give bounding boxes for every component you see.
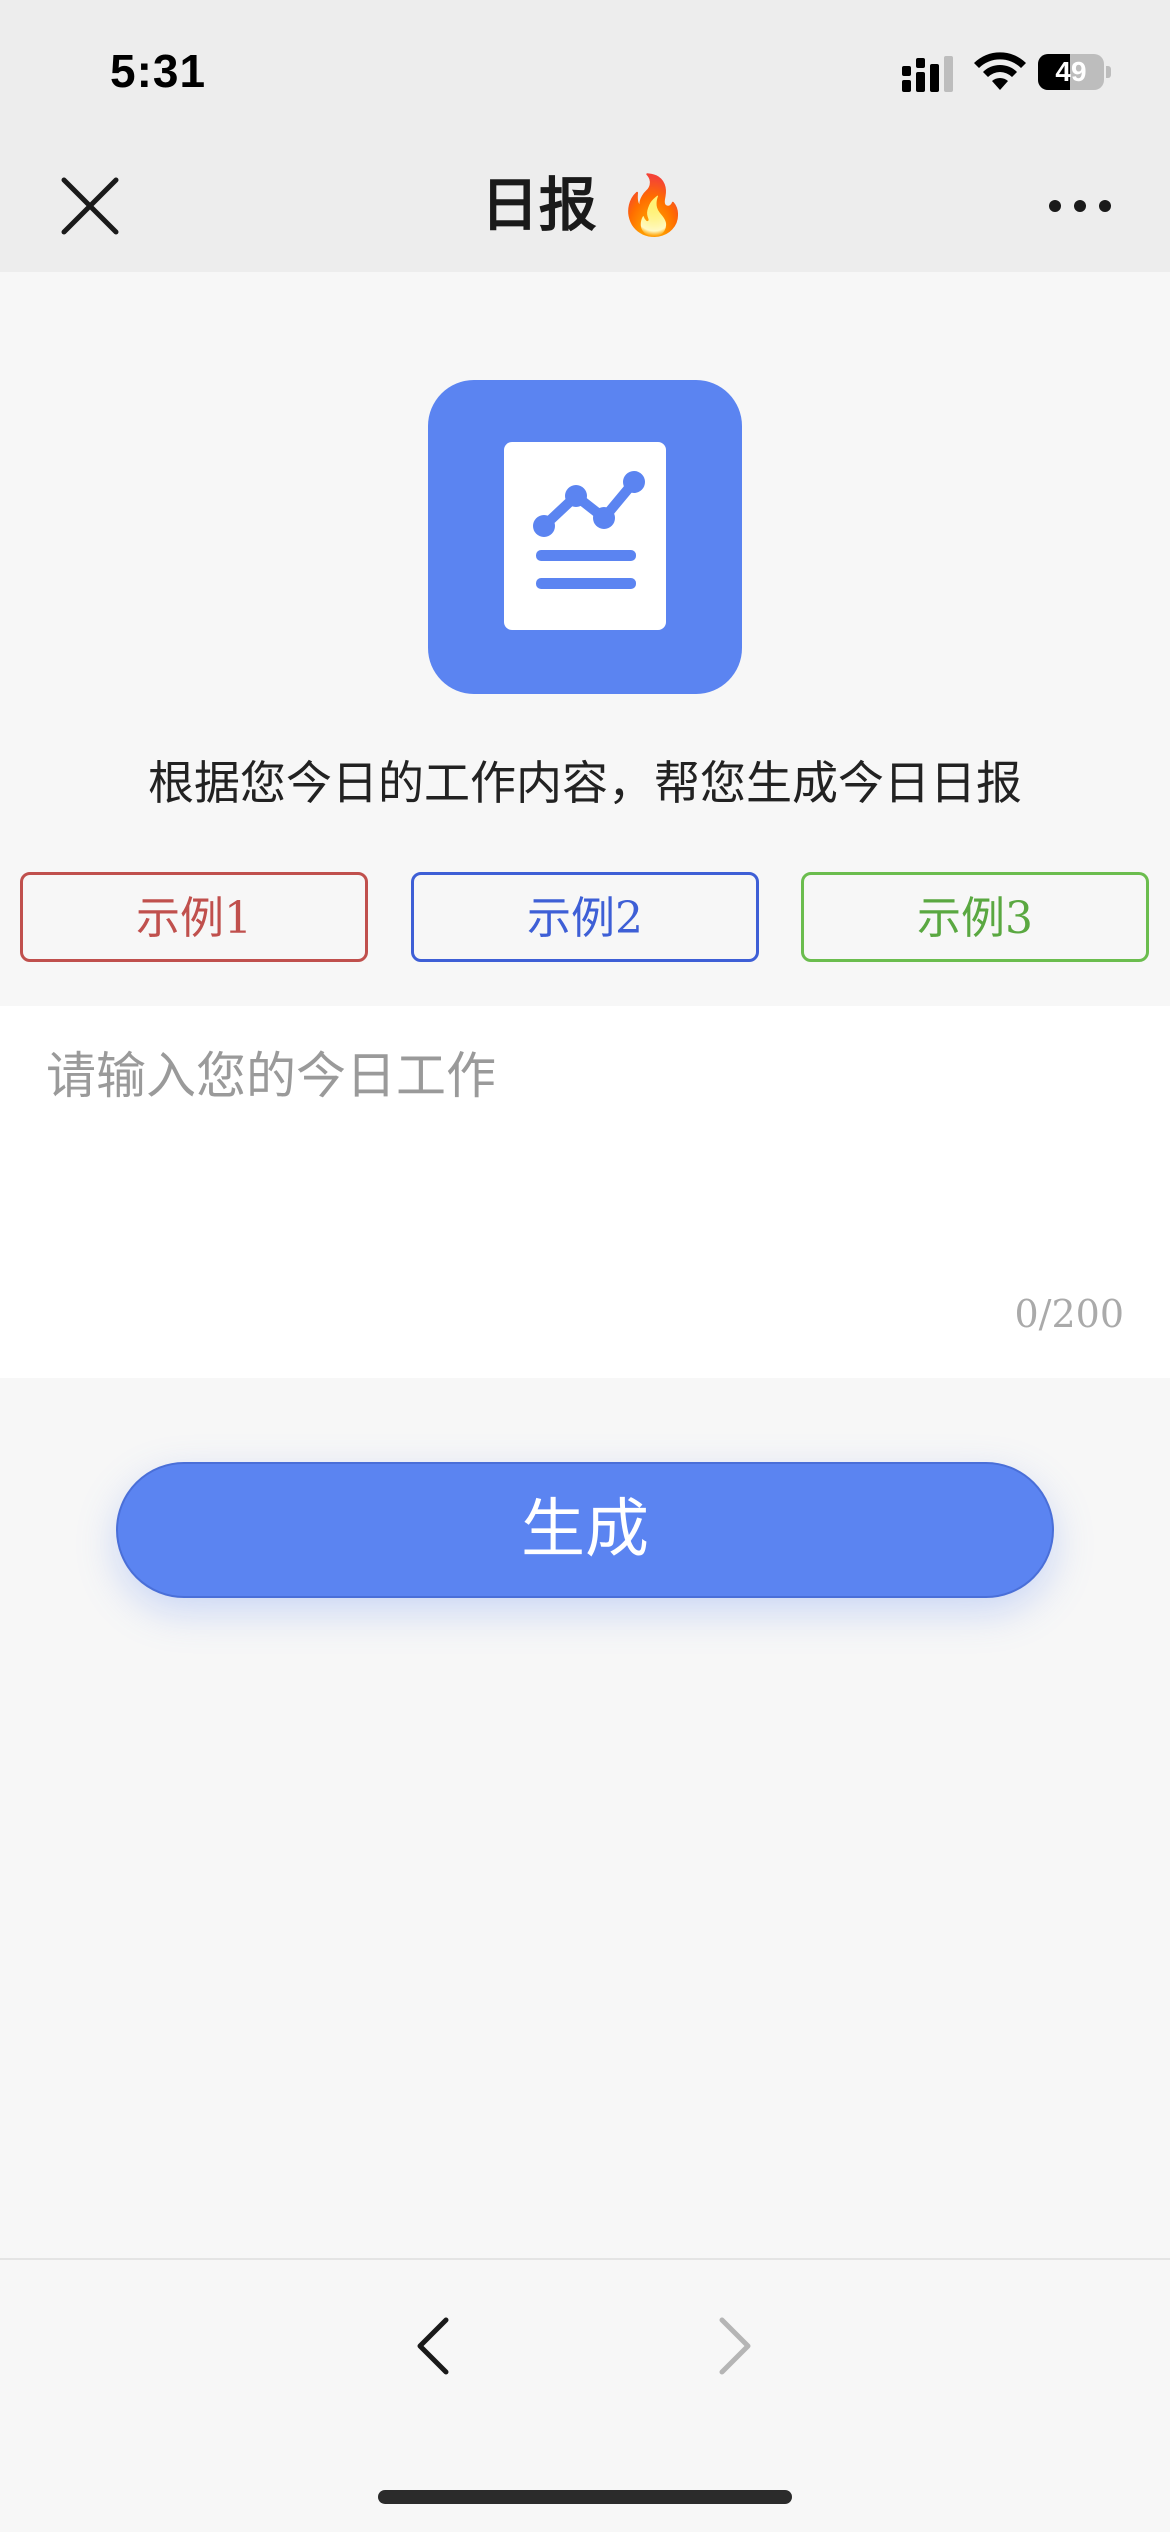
- work-input-panel: 0/200: [0, 1006, 1170, 1378]
- example-2-button[interactable]: 示例2: [411, 872, 759, 962]
- battery-icon: 49: [1038, 54, 1111, 90]
- cellular-signal-icon: [902, 56, 953, 92]
- example-3-button[interactable]: 示例3: [801, 872, 1149, 962]
- document-chart-icon: [504, 442, 666, 630]
- daily-report-screen: 5:31 49 日报 🔥 根据您今日的工作内容，帮您生成今日日报 示例1 示例2…: [0, 0, 1170, 2532]
- top-header: 5:31 49 日报 🔥: [0, 0, 1170, 272]
- generate-button[interactable]: 生成: [116, 1462, 1054, 1598]
- forward-arrow-icon[interactable]: [708, 2314, 760, 2378]
- example-1-button[interactable]: 示例1: [20, 872, 368, 962]
- back-arrow-icon[interactable]: [408, 2314, 460, 2378]
- char-counter: 0/200: [1014, 1292, 1124, 1336]
- work-content-input[interactable]: [46, 1036, 1126, 1276]
- status-time: 5:31: [110, 45, 207, 97]
- close-icon[interactable]: [56, 172, 124, 240]
- hero-subtitle: 根据您今日的工作内容，帮您生成今日日报: [148, 756, 1022, 810]
- home-indicator[interactable]: [378, 2490, 792, 2504]
- wifi-icon: [974, 52, 1026, 90]
- bottom-toolbar: [0, 2258, 1170, 2532]
- page-title: 日报 🔥: [480, 171, 690, 239]
- battery-level: 49: [1055, 56, 1087, 87]
- more-options-icon[interactable]: [1046, 196, 1114, 216]
